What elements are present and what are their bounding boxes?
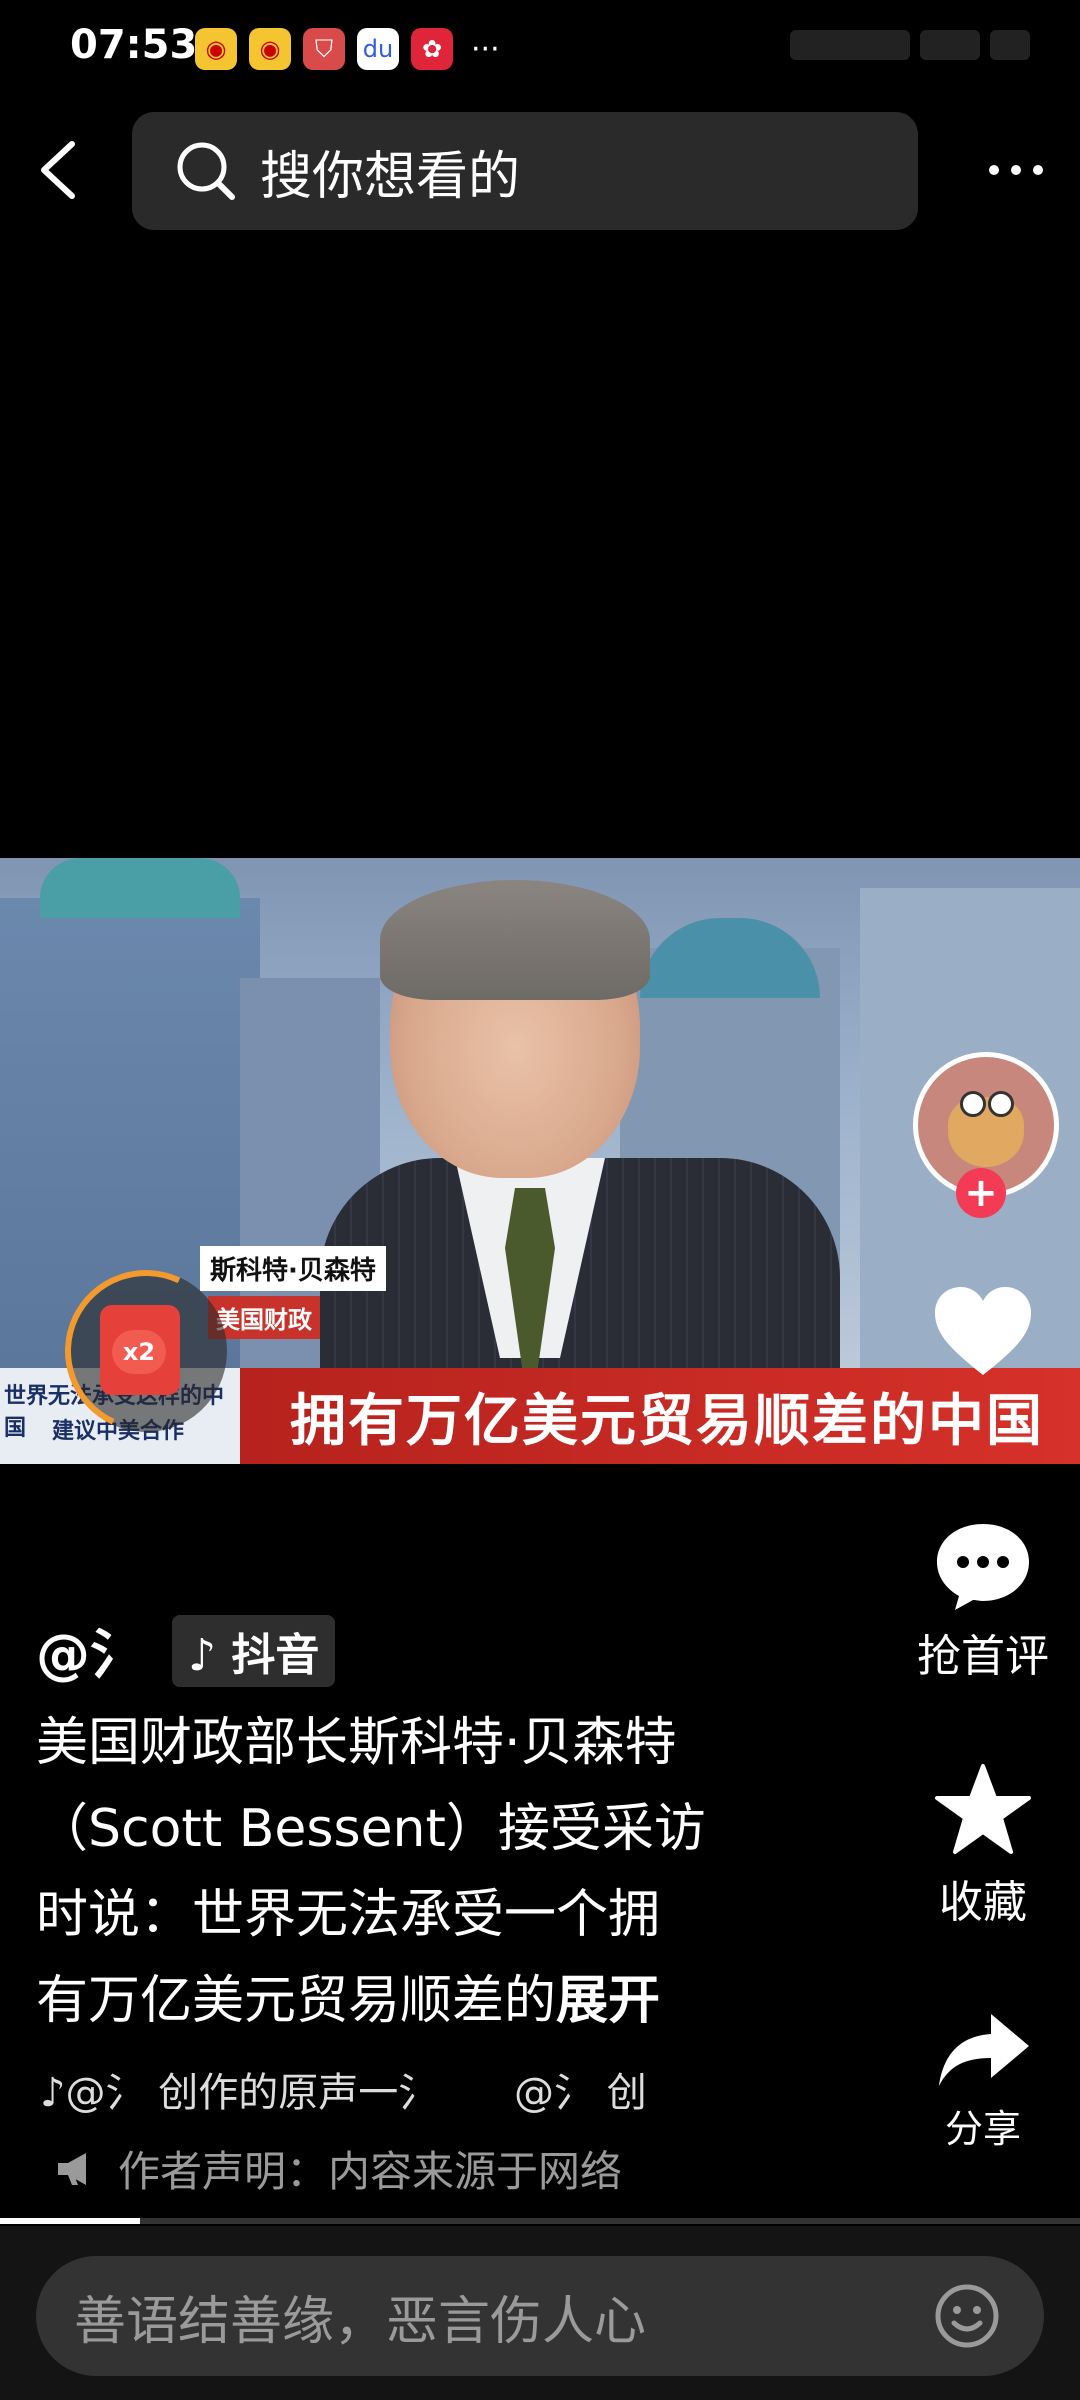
back-arrow-icon[interactable]	[34, 140, 94, 200]
status-bar: 07:53 ◉ ◉ ⛉ du ✿ ···	[0, 0, 1080, 100]
caption-line: 美国财政部长斯科特·贝森特	[36, 1713, 677, 1773]
more-notifications-icon: ···	[471, 31, 500, 67]
expand-link[interactable]: 展开	[556, 1971, 660, 2031]
share-button[interactable]: 分享	[893, 2010, 1073, 2153]
weibo-icon: ◉	[249, 28, 291, 70]
comment-input[interactable]: 善语结善缘，恶言伤人心	[36, 2256, 1044, 2376]
system-indicators	[790, 30, 1030, 60]
share-label: 分享	[944, 2107, 1021, 2151]
video-progress-fill	[0, 2218, 141, 2224]
favorite-label: 收藏	[939, 1877, 1027, 1928]
author-declaration: 作者声明：内容来源于网络	[56, 2138, 622, 2199]
comment-bubble-icon	[937, 1524, 1029, 1610]
emoji-icon[interactable]	[934, 2283, 1000, 2349]
share-arrow-icon	[939, 2014, 1029, 2086]
caption-line: 有万亿美元贸易顺差的展开	[36, 1971, 661, 2031]
search-icon	[177, 142, 235, 200]
caption-line: 时说：世界无法承受一个拥	[36, 1885, 661, 1945]
star-icon	[935, 1764, 1031, 1854]
platform-name: 抖音	[231, 1630, 320, 1681]
comment-label: 抢首评	[917, 1631, 1049, 1682]
heart-icon	[935, 1287, 1031, 1375]
platform-badge: ♪ 抖音	[172, 1615, 336, 1687]
declaration-text: 作者声明：内容来源于网络	[118, 2147, 623, 2196]
comment-placeholder: 善语结善缘，恶言伤人心	[74, 2291, 647, 2352]
presenter-hair	[380, 880, 650, 1000]
speaker-name-tag: 斯科特·贝森特	[200, 1246, 386, 1291]
like-button[interactable]	[893, 1285, 1073, 1377]
music-marquee-continued[interactable]: @氵 创	[514, 2060, 647, 2118]
lower-third-banner: 拥有万亿美元贸易顺差的中国	[240, 1368, 1080, 1464]
megaphone-icon	[58, 2152, 86, 2185]
weibo-icon: ◉	[195, 28, 237, 70]
baidu-icon: du	[357, 28, 399, 70]
follow-plus-button[interactable]: +	[956, 1168, 1006, 1218]
red-packet-badge[interactable]: x2	[112, 1330, 166, 1374]
avatar-eye	[988, 1091, 1014, 1117]
shield-app-icon: ⛉	[303, 28, 345, 70]
background-building	[640, 918, 820, 998]
notification-icons: ◉ ◉ ⛉ du ✿ ···	[195, 28, 500, 70]
douyin-logo-icon: ♪	[188, 1630, 217, 1681]
avatar-eye	[960, 1091, 986, 1117]
video-progress-track[interactable]	[0, 2218, 1080, 2224]
more-options-icon[interactable]	[986, 145, 1046, 195]
red-app-icon: ✿	[411, 28, 453, 70]
music-marquee[interactable]: ♪@氵 创作的原声一氵	[40, 2060, 438, 2118]
favorite-button[interactable]: 收藏	[893, 1762, 1073, 1930]
lower-third-text: 拥有万亿美元贸易顺差的中国	[290, 1388, 1044, 1454]
status-time: 07:53	[70, 22, 198, 68]
background-building	[40, 858, 240, 918]
comment-button[interactable]: 抢首评	[893, 1520, 1073, 1684]
search-placeholder: 搜你想看的	[260, 146, 521, 207]
video-caption[interactable]: 美国财政部长斯科特·贝森特 （Scott Bessent）接受采访 时说：世界无…	[36, 1700, 796, 2044]
search-bar[interactable]: 搜你想看的	[132, 112, 918, 230]
caption-line: （Scott Bessent）接受采访	[36, 1799, 706, 1859]
author-handle[interactable]: @氵	[36, 1610, 144, 1689]
